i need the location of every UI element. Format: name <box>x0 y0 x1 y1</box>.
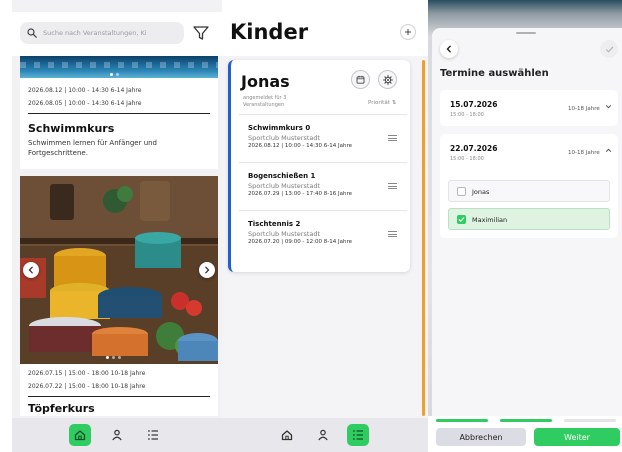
course-item[interactable]: Schwimmkurs 0 Sportclub Musterstadt 2026… <box>239 114 407 162</box>
event-date-line: 2026.07.22 | 15:00 - 18:00 10-18 Jahre <box>28 383 146 390</box>
event-title: Schwimmkurs <box>28 122 115 135</box>
check-icon <box>605 46 613 53</box>
divider <box>28 396 210 397</box>
drag-handle-icon[interactable] <box>388 135 397 141</box>
list-icon <box>148 430 158 440</box>
list-icon <box>353 430 363 440</box>
child-option-jonas[interactable]: Jonas <box>448 180 610 202</box>
age-label: 10-18 Jahre <box>568 106 600 112</box>
carousel-next-button[interactable] <box>199 262 215 278</box>
child-calendar-button[interactable] <box>351 70 370 89</box>
checkbox-checked[interactable] <box>457 215 466 224</box>
progress-step-done <box>436 419 488 422</box>
course-title: Tischtennis 2 <box>248 220 301 228</box>
course-meta: 2026.07.29 | 13:00 - 17:40 8-16 Jahre <box>248 191 353 197</box>
time-label: 15:00 - 18:00 <box>450 156 484 162</box>
check-icon <box>458 217 465 222</box>
home-icon <box>281 430 293 441</box>
child-option-maximilian[interactable]: Maximilian <box>448 208 610 230</box>
event-date-line: 2026.08.12 | 10:00 - 14:30 6-14 Jahre <box>28 87 142 94</box>
search-input[interactable]: Suche nach Veranstaltungen, Ki <box>20 22 184 44</box>
priority-sort[interactable]: Priorität ⇅ <box>368 100 396 106</box>
confirm-button[interactable] <box>600 40 618 58</box>
bottom-nav <box>222 418 428 452</box>
course-item[interactable]: Bogenschießen 1 Sportclub Musterstadt 20… <box>239 162 407 210</box>
filter-icon[interactable] <box>192 24 210 42</box>
add-child-button[interactable] <box>400 24 416 40</box>
booking-sheet: Termine auswählen 15.07.2026 15:00 - 18:… <box>432 28 622 416</box>
gear-icon <box>382 74 393 85</box>
progress-step-pending <box>564 419 616 422</box>
chevron-up-icon[interactable] <box>605 147 612 154</box>
person-icon <box>112 429 122 441</box>
cancel-button[interactable]: Abbrechen <box>436 428 526 446</box>
child-settings-button[interactable] <box>378 70 397 89</box>
plus-icon <box>405 29 411 35</box>
course-club: Sportclub Musterstadt <box>248 182 321 190</box>
course-meta: 2026.08.12 | 10:00 - 14:30 6-14 Jahre <box>248 143 353 149</box>
child-card[interactable]: Jonas angemeldet für 3 Veranstaltungen P… <box>228 60 410 272</box>
course-club: Sportclub Musterstadt <box>248 134 321 142</box>
event-date-line: 2026.08.05 | 10:00 - 14:30 6-14 Jahre <box>28 100 142 107</box>
nav-list-button[interactable] <box>347 424 369 446</box>
child-name: Jonas <box>241 72 290 91</box>
back-button[interactable] <box>440 40 458 58</box>
option-label: Jonas <box>472 188 490 196</box>
events-panel: Suche nach Veranstaltungen, Ki 2026.08.1… <box>12 0 222 452</box>
registered-count: angemeldet für 3 Veranstaltungen <box>243 95 287 108</box>
nav-list-button[interactable] <box>142 424 164 446</box>
event-image-pool <box>20 56 218 78</box>
event-date-line: 2026.07.15 | 15:00 - 18:00 10-18 Jahre <box>28 370 146 377</box>
calendar-icon <box>356 75 365 84</box>
person-icon <box>318 429 328 441</box>
time-label: 15:00 - 18:00 <box>450 112 484 118</box>
chevron-down-icon[interactable] <box>605 103 612 110</box>
chevron-left-icon <box>28 266 33 274</box>
carousel-dots <box>110 73 119 76</box>
pots-illustration <box>20 176 218 364</box>
nav-person-button[interactable] <box>312 424 334 446</box>
sheet-handle[interactable] <box>516 32 536 34</box>
next-button[interactable]: Weiter <box>534 428 620 446</box>
sheet-title: Termine auswählen <box>440 68 549 79</box>
age-label: 10-18 Jahre <box>568 150 600 156</box>
event-title: Töpferkurs <box>28 402 95 415</box>
event-image-pots <box>20 176 218 364</box>
chevron-left-icon <box>446 45 451 53</box>
carousel-prev-button[interactable] <box>23 262 39 278</box>
course-meta: 2026.07.20 | 09:00 - 12:00 8-14 Jahre <box>248 239 353 245</box>
course-title: Schwimmkurs 0 <box>248 124 311 132</box>
nav-home-button[interactable] <box>69 424 91 446</box>
page-title: Kinder <box>230 20 309 44</box>
chevron-right-icon <box>205 266 210 274</box>
date-label: 15.07.2026 <box>450 100 498 109</box>
nav-home-button[interactable] <box>276 424 298 446</box>
course-club: Sportclub Musterstadt <box>248 230 321 238</box>
event-description: Schwimmen lernen für Anfänger und Fortge… <box>28 139 158 157</box>
course-item[interactable]: Tischtennis 2 Sportclub Musterstadt 2026… <box>239 210 407 258</box>
divider <box>28 113 210 114</box>
date-card-expanded[interactable]: 22.07.2026 15:00 - 18:00 10-18 Jahre Jon… <box>440 134 618 238</box>
bottom-nav <box>12 418 222 452</box>
carousel-dots <box>106 356 121 359</box>
scroll-indicator <box>422 60 425 416</box>
event-card-toepferkurs[interactable]: 2026.07.15 | 15:00 - 18:00 10-18 Jahre 2… <box>20 176 218 416</box>
nav-person-button[interactable] <box>106 424 128 446</box>
kids-panel: Kinder Jonas angemeldet für 3 Veranstalt… <box>222 0 428 452</box>
date-card[interactable]: 15.07.2026 15:00 - 18:00 10-18 Jahre <box>440 90 618 126</box>
home-icon <box>74 430 86 441</box>
drag-handle-icon[interactable] <box>388 231 397 237</box>
date-label: 22.07.2026 <box>450 144 498 153</box>
search-icon <box>27 28 37 38</box>
course-title: Bogenschießen 1 <box>248 172 316 180</box>
search-placeholder: Suche nach Veranstaltungen, Ki <box>43 29 147 37</box>
drag-handle-icon[interactable] <box>388 183 397 189</box>
option-label: Maximilian <box>472 216 508 224</box>
event-card-schwimmkurs[interactable]: 2026.08.12 | 10:00 - 14:30 6-14 Jahre 20… <box>20 56 218 169</box>
booking-panel: Termine auswählen 15.07.2026 15:00 - 18:… <box>428 0 622 452</box>
progress-step-done <box>500 419 552 422</box>
checkbox[interactable] <box>457 187 466 196</box>
